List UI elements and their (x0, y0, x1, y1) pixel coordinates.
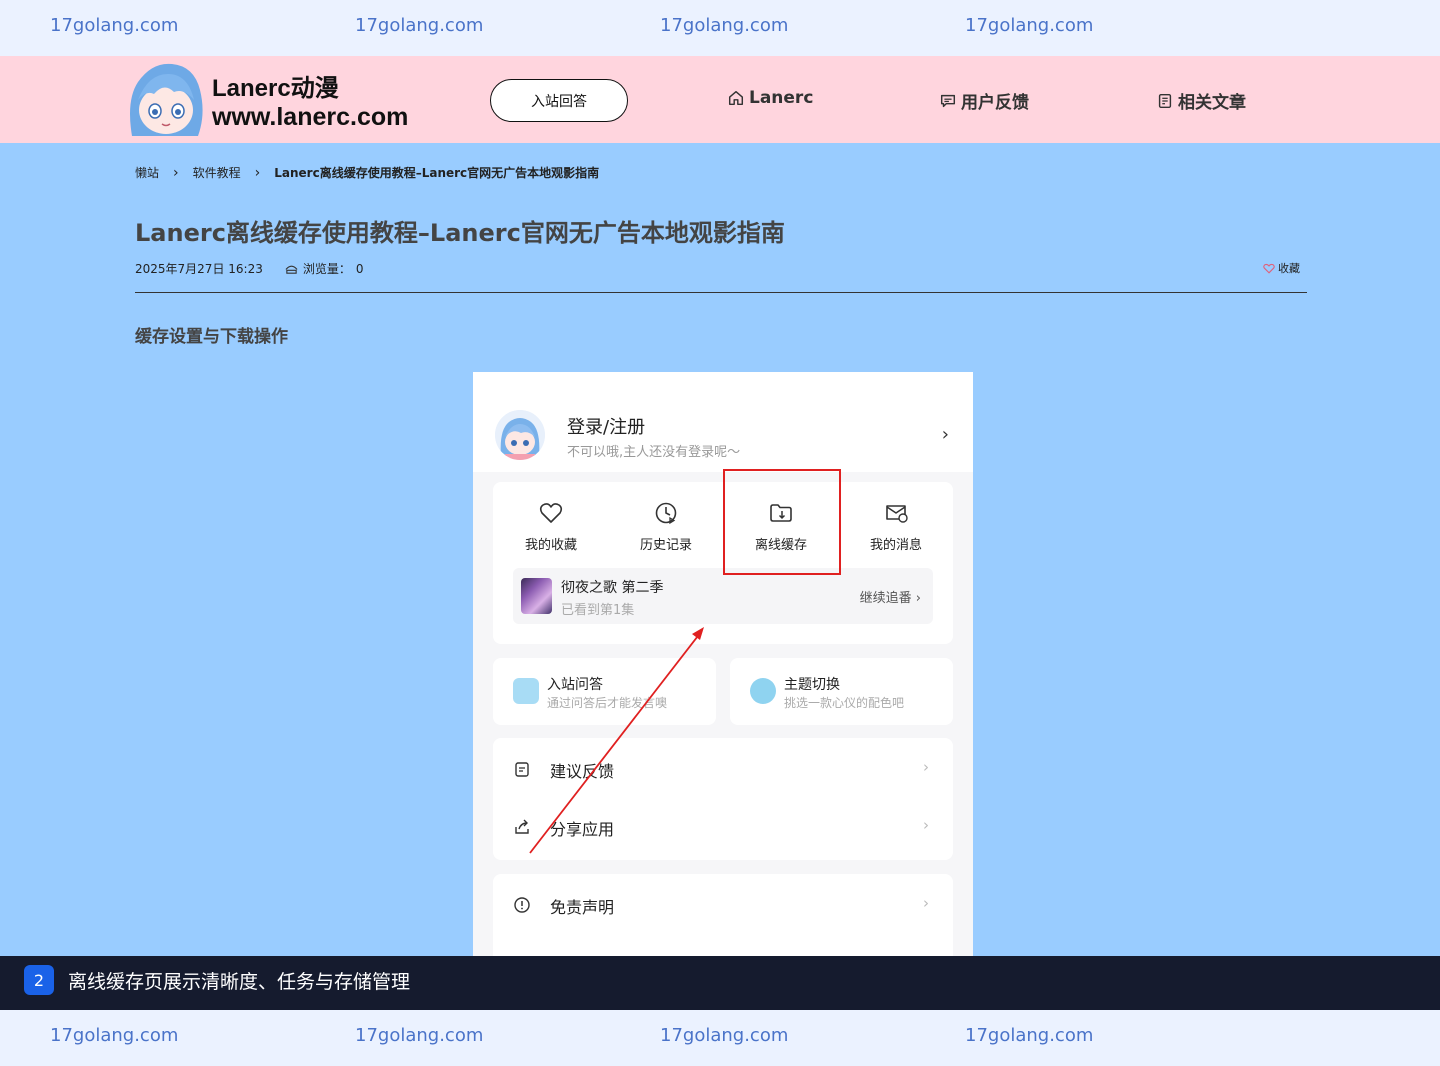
chevron-right-icon[interactable]: › (942, 424, 949, 445)
views-label: 浏览量： (302, 262, 351, 276)
clipboard-icon (515, 762, 529, 777)
watermark-text: 17golang.com (660, 1025, 789, 1046)
watermark-text: 17golang.com (355, 15, 484, 36)
nav-item-feedback[interactable]: 用户反馈 (939, 88, 1029, 113)
watermark-text: 17golang.com (965, 1025, 1094, 1046)
chevron-right-icon: › (923, 758, 929, 776)
menu-item-feedback[interactable]: 建议反馈 › (493, 740, 953, 798)
share-icon (515, 819, 529, 834)
home-icon (728, 90, 744, 106)
favorite-button[interactable]: 收藏 (1263, 260, 1300, 276)
info-icon (514, 897, 530, 913)
watermark-text: 17golang.com (660, 15, 789, 36)
continue-progress: 已看到第1集 (561, 603, 635, 618)
feature-subtitle: 挑选一款心仪的配色吧 (784, 696, 905, 710)
chevron-right-icon: › (173, 164, 179, 181)
article-meta: 2025年7月27日 16:23 浏览量： 0 (135, 260, 364, 277)
watermark-text: 17golang.com (965, 15, 1094, 36)
feature-title: 主题切换 (784, 677, 840, 693)
breadcrumb-current: Lanerc离线缓存使用教程–Lanerc官网无广告本地观影指南 (274, 166, 600, 180)
document-icon (1158, 93, 1172, 108)
menu-item-share[interactable]: 分享应用 › (493, 798, 953, 856)
heart-icon (539, 503, 563, 523)
views-value: 0 (355, 261, 364, 276)
breadcrumb: 懒站 › 软件教程 › Lanerc离线缓存使用教程–Lanerc官网无广告本地… (135, 164, 599, 181)
continue-title: 彻夜之歌 第二季 (561, 580, 664, 596)
chevron-right-icon: › (923, 894, 929, 912)
quick-action-label: 我的收藏 (524, 538, 577, 553)
feature-title: 入站问答 (547, 677, 603, 693)
qa-button[interactable]: 入站回答 (490, 79, 628, 122)
nav-label: Lanerc (749, 88, 814, 108)
site-name[interactable]: Lanerc动漫 (212, 68, 339, 103)
favorite-label: 收藏 (1278, 262, 1300, 275)
nav-item-articles[interactable]: 相关文章 (1156, 88, 1246, 113)
feature-card-qa[interactable]: 入站问答 通过问答后才能发言噢 (493, 658, 716, 725)
site-logo-avatar[interactable] (124, 60, 206, 138)
login-subtitle: 不可以哦,主人还没有登录呢～ (567, 445, 741, 460)
quick-action-favorites[interactable]: 我的收藏 (501, 500, 601, 553)
breadcrumb-item[interactable]: 软件教程 (193, 164, 241, 181)
heart-outline-icon (1263, 263, 1275, 274)
watermark-text: 17golang.com (355, 1025, 484, 1046)
watermark-bar-top: 17golang.com 17golang.com 17golang.com 1… (0, 0, 1440, 56)
anime-thumbnail (521, 578, 552, 614)
chevron-right-icon: › (915, 591, 921, 606)
menu-card: 免责声明 › (493, 874, 953, 962)
quick-action-messages[interactable]: 我的消息 (846, 500, 946, 553)
chevron-right-icon: › (254, 164, 261, 181)
menu-label: 分享应用 (550, 820, 615, 839)
menu-card: 建议反馈 › 分享应用 › (493, 738, 953, 860)
history-icon (655, 502, 677, 525)
menu-item-disclaimer[interactable]: 免责声明 › (493, 876, 953, 934)
section-heading: 缓存设置与下载操作 (135, 327, 288, 347)
article-title: Lanerc离线缓存使用教程–Lanerc官网无广告本地观影指南 (135, 219, 785, 247)
quiz-icon (513, 678, 539, 704)
chevron-right-icon: › (923, 816, 929, 834)
caption-bar: 2 离线缓存页展示清晰度、任务与存储管理 (0, 956, 1440, 1010)
palette-icon (750, 678, 776, 704)
caption-number: 2 (24, 965, 54, 995)
nav-item-home[interactable]: Lanerc (727, 88, 813, 108)
login-title[interactable]: 登录/注册 (567, 413, 645, 439)
quick-action-history[interactable]: 历史记录 (616, 500, 716, 553)
quick-action-label: 历史记录 (639, 538, 692, 553)
user-avatar[interactable] (495, 410, 545, 460)
watermark-bar-bottom: 17golang.com 17golang.com 17golang.com 1… (0, 1010, 1440, 1066)
site-url[interactable]: www.lanerc.com (212, 103, 408, 132)
article-views: 浏览量： 0 (285, 260, 364, 277)
chat-icon (940, 94, 956, 107)
divider (135, 292, 1307, 293)
message-icon (886, 505, 908, 523)
watermark-text: 17golang.com (50, 15, 179, 36)
app-screenshot: 登录/注册 不可以哦,主人还没有登录呢～ › 我的收藏 历史记录 离线缓存 我的… (473, 372, 973, 962)
caption-text: 离线缓存页展示清晰度、任务与存储管理 (68, 971, 411, 993)
highlight-box (723, 469, 841, 575)
breadcrumb-item[interactable]: 懒站 (135, 164, 159, 181)
feature-subtitle: 通过问答后才能发言噢 (547, 696, 668, 710)
continue-watching[interactable]: 彻夜之歌 第二季 已看到第1集 继续追番 › (513, 568, 933, 624)
eye-icon (285, 265, 298, 274)
feature-card-theme[interactable]: 主题切换 挑选一款心仪的配色吧 (730, 658, 953, 725)
menu-label: 建议反馈 (550, 762, 615, 781)
continue-button-label: 继续追番 (859, 591, 912, 606)
continue-button[interactable]: 继续追番 › (860, 587, 921, 606)
nav-label: 用户反馈 (961, 93, 1029, 113)
article-date: 2025年7月27日 16:23 (135, 262, 263, 276)
quick-action-label: 我的消息 (869, 538, 922, 553)
menu-label: 免责声明 (550, 898, 615, 917)
nav-label: 相关文章 (1178, 93, 1246, 113)
watermark-text: 17golang.com (50, 1025, 179, 1046)
